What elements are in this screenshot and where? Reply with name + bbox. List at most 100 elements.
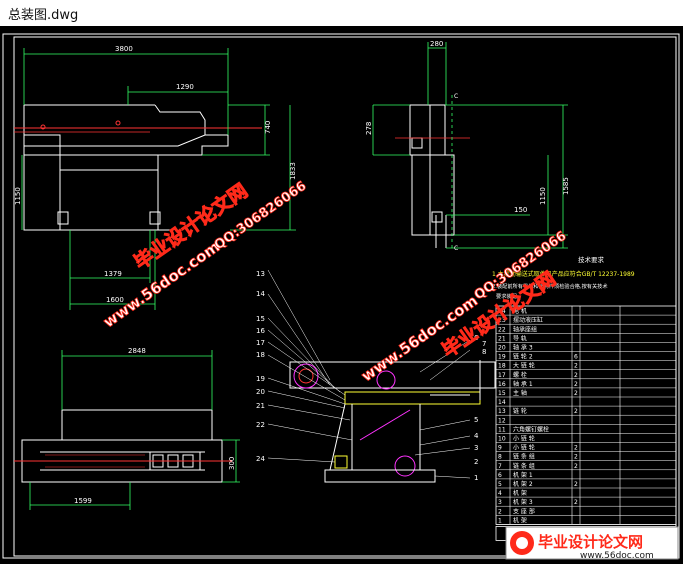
bom-name: 机 架 2: [513, 480, 533, 488]
dim-side-h2: 1585: [562, 177, 570, 195]
balloon-13: 13: [256, 270, 265, 278]
dim-side-h1: 1150: [539, 187, 547, 205]
section-label-a: C: [454, 93, 458, 100]
bom-name: 摆动液压缸: [513, 316, 543, 324]
bom-name: 链 轮 2: [513, 353, 533, 361]
bom-name: 小 链 轮: [513, 435, 535, 443]
bom-name: 轴 承 3: [513, 344, 533, 352]
bom-no: 2: [498, 508, 502, 515]
balloon-1: 1: [474, 474, 478, 482]
section-label-b: C: [454, 245, 458, 252]
right-balloons: 6 7 8 5 4 3 2 1: [474, 334, 486, 482]
brand-badge: 毕业设计论文网 www.56doc.com: [505, 526, 679, 561]
balloon-4: 4: [474, 432, 479, 440]
balloon-14: 14: [256, 290, 265, 298]
bom-qty: 2: [574, 363, 578, 370]
bom-no: 8: [498, 454, 502, 461]
left-balloons: 13 14 15 16 17 18 19 20 21 22 24: [256, 270, 265, 463]
cad-drawing: 3800 1290 740 1150 1379 1600 1833 280 27…: [2, 33, 680, 561]
balloon-7: 7: [482, 340, 486, 348]
window-titlebar: 总装图.dwg: [0, 0, 683, 26]
bom-no: 11: [498, 426, 506, 433]
dim-top-width: 3800: [115, 45, 133, 53]
dim-right-height: 1833: [289, 162, 297, 180]
bom-qty: 6: [574, 354, 578, 361]
bom-no: 10: [498, 436, 506, 443]
dim-side-left: 278: [365, 122, 373, 135]
bom-no: 17: [498, 372, 506, 379]
bom-qty: 2: [574, 390, 578, 397]
dim-side-top: 280: [430, 40, 443, 48]
bom-name: 轴承座组: [513, 325, 537, 333]
window-title: 总装图.dwg: [8, 7, 79, 23]
bom-name: 导 轨: [513, 334, 527, 342]
bom-no: 1: [498, 517, 502, 524]
bom-qty: 2: [574, 499, 578, 506]
side-dims: [372, 42, 568, 250]
balloon-22: 22: [256, 421, 265, 429]
bom-no: 5: [498, 481, 502, 488]
balloon-19: 19: [256, 375, 265, 383]
bom-name: 链 轮: [513, 407, 527, 415]
bom-no: 3: [498, 499, 502, 506]
bom-qty: 2: [574, 481, 578, 488]
bom-qty: 2: [574, 454, 578, 461]
bom-no: 19: [498, 354, 506, 361]
bom-name: 机 架 1: [513, 471, 533, 479]
bom-no: 9: [498, 445, 502, 452]
bom-qty: 2: [574, 381, 578, 388]
brand-name: 毕业设计论文网: [538, 533, 643, 551]
dim-plan-right: 300: [228, 457, 236, 470]
bom-qty: 2: [574, 372, 578, 379]
dim-bottom-1: 1379: [104, 270, 122, 278]
dim-side-small: 150: [514, 206, 527, 214]
bom-name: 六角螺钉螺栓: [513, 425, 549, 433]
front-dims: [21, 48, 296, 310]
bom-table: 24 电 机23 摆动液压缸22 轴承座组21 导 轨20 轴 承 319 链 轮 2 618…: [495, 305, 677, 541]
balloon-17: 17: [256, 339, 265, 347]
plan-view: [21, 409, 223, 483]
dim-top-inner: 1290: [176, 83, 194, 91]
balloon-2: 2: [474, 458, 478, 466]
side-view: [409, 104, 455, 248]
balloon-20: 20: [256, 388, 265, 396]
bom-no: 15: [498, 390, 506, 397]
bom-name: 机 架 3: [513, 498, 533, 506]
dim-left-height: 1150: [14, 187, 22, 205]
bom-no: 7: [498, 463, 502, 470]
bom-no: 6: [498, 472, 502, 479]
dim-plan-bottom: 1599: [74, 497, 92, 505]
bom-name: 螺 栓: [513, 371, 527, 379]
bom-no: 12: [498, 417, 506, 424]
side-dim-text: 280 278 1150 1585 150 C C: [365, 40, 570, 252]
balloon-18: 18: [256, 351, 265, 359]
balloon-3: 3: [474, 444, 478, 452]
balloon-5: 5: [474, 416, 478, 424]
balloon-15: 15: [256, 315, 265, 323]
bom-no: 14: [498, 399, 506, 406]
bom-name: 机 架: [513, 489, 527, 497]
bom-no: 4: [498, 490, 502, 497]
bom-name: 链 条 组: [513, 453, 535, 461]
bom-name: 小 链 轮: [513, 444, 535, 452]
dim-plan-width: 2848: [128, 347, 146, 355]
bom-name: 支 座 部: [513, 507, 535, 515]
notes-title: 技术要求: [578, 255, 605, 264]
bom-name: 主 轴: [513, 389, 527, 397]
bom-qty: 2: [574, 463, 578, 470]
balloon-21: 21: [256, 402, 265, 410]
balloon-8: 8: [482, 348, 486, 356]
balloon-24: 24: [256, 455, 265, 463]
bom-no: 18: [498, 363, 506, 370]
bom-qty: 2: [574, 408, 578, 415]
bom-no: 21: [498, 335, 506, 342]
balloon-16: 16: [256, 327, 265, 335]
drawing-canvas[interactable]: 3800 1290 740 1150 1379 1600 1833 280 27…: [0, 26, 683, 564]
dim-top-height: 740: [264, 121, 272, 134]
bom-no: 13: [498, 408, 506, 415]
outer-frame: [2, 33, 680, 559]
bom-name: 大 链 轮: [513, 362, 535, 370]
bom-name: 链 条 组: [513, 462, 535, 470]
bom-qty: 2: [574, 445, 578, 452]
bom-no: 16: [498, 381, 506, 388]
